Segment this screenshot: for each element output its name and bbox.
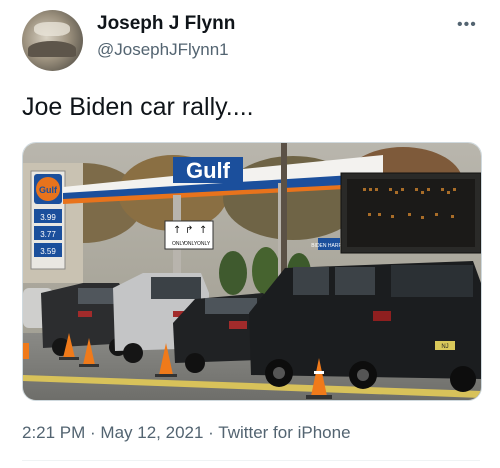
author-name[interactable]: Joseph J Flynn	[97, 13, 235, 35]
led-message-board	[340, 172, 481, 254]
tweet-source[interactable]: Twitter for iPhone	[218, 423, 350, 442]
pylon-brand: Gulf	[39, 185, 58, 195]
direction-sign: ↑ ↱ ↑ ONLY ONLY ONLY	[164, 220, 214, 250]
license-plate: NJ	[441, 344, 448, 350]
avatar[interactable]	[22, 10, 83, 71]
price-row-3: 3.59	[40, 247, 56, 256]
avatar-sky	[34, 22, 70, 36]
tweet-meta: 2:21 PM · May 12, 2021 · Twitter for iPh…	[22, 423, 351, 443]
price-pylon: Gulf 3.99 3.77 3.59	[30, 170, 66, 270]
svg-text:↑: ↑	[199, 225, 207, 236]
separator: ·	[85, 423, 101, 442]
tweet-time[interactable]: 2:21 PM	[22, 423, 85, 442]
separator: ·	[203, 423, 219, 442]
sign-word: ONLY	[184, 241, 198, 247]
tweet-text: Joe Biden car rally....	[22, 93, 254, 121]
author-handle[interactable]: @JosephJFlynn1	[97, 40, 229, 60]
price-row-1: 3.99	[40, 213, 56, 222]
svg-text:↱: ↱	[185, 225, 193, 236]
svg-text:↑: ↑	[173, 225, 181, 236]
gas-station-scene: Gulf 3.99 3.77 3.59 Gulf ↑ ↱ ↑ ONLY ONLY…	[23, 143, 481, 400]
price-row-2: 3.77	[40, 230, 56, 239]
divider	[22, 460, 480, 461]
avatar-hill	[28, 41, 76, 57]
sign-word: ONLY	[197, 241, 211, 247]
tweet-date[interactable]: May 12, 2021	[100, 423, 203, 442]
more-icon[interactable]: •••	[457, 16, 477, 34]
tweet-photo[interactable]: Gulf 3.99 3.77 3.59 Gulf ↑ ↱ ↑ ONLY ONLY…	[22, 142, 482, 401]
canopy-sign: Gulf	[186, 158, 231, 183]
